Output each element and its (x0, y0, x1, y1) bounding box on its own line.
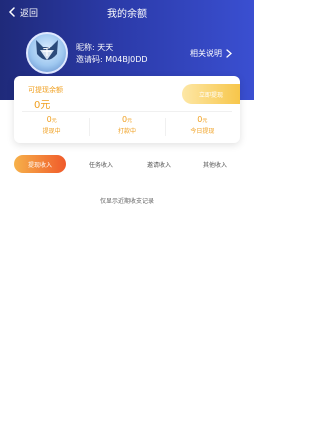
nickname-row: 昵称: 天天 (76, 42, 148, 54)
top-bar: 返回 我的余额 (0, 0, 254, 24)
fox-avatar-icon: 千 (36, 40, 58, 60)
tab-other-income[interactable]: 其他收入 (190, 155, 240, 173)
stat-label: 提现中 (42, 128, 61, 135)
page-title: 我的余额 (107, 9, 147, 20)
stat-paying: 0元 打款中 (89, 114, 164, 140)
stat-unit: 元 (51, 118, 57, 124)
invite-code-label: 邀请码: (76, 55, 103, 64)
nickname-label: 昵称: (76, 43, 95, 52)
help-link[interactable]: 相关说明 (190, 48, 232, 59)
stat-withdrawing: 0元 提现中 (14, 114, 89, 140)
tab-task-income[interactable]: 任务收入 (76, 155, 126, 173)
records-hint: 仅显示近期收支记录 (99, 198, 154, 205)
stat-unit: 元 (127, 118, 133, 124)
invite-code-value: M04BJ0DD (105, 55, 148, 64)
stat-value: 0元 (89, 114, 164, 127)
nickname-value: 天天 (97, 43, 114, 52)
stat-label: 打款中 (117, 128, 136, 135)
avatar[interactable]: 千 (26, 32, 68, 74)
balance-card: 可提现余额 0元 立即提现 0元 提现中 0元 打款中 0元 今日提现 (14, 76, 240, 143)
tab-invite-income[interactable]: 邀请收入 (134, 155, 184, 173)
income-tabs: 提现收入 任务收入 邀请收入 其他收入 (14, 155, 240, 175)
chevron-right-icon (226, 49, 232, 58)
available-balance-value: 0元 (34, 100, 51, 111)
svg-text:千: 千 (42, 46, 51, 58)
available-balance-label: 可提现余额 (28, 86, 63, 94)
balance-stats: 0元 提现中 0元 打款中 0元 今日提现 (14, 114, 240, 140)
user-info: 昵称: 天天 邀请码: M04BJ0DD (76, 42, 148, 66)
help-label: 相关说明 (190, 49, 222, 58)
stat-label: 今日提现 (190, 128, 215, 135)
tab-withdraw-income[interactable]: 提现收入 (14, 155, 66, 173)
stat-unit: 元 (202, 118, 208, 124)
stat-value: 0元 (14, 114, 89, 127)
stat-today-withdrawn: 0元 今日提现 (164, 114, 240, 140)
card-divider (22, 111, 232, 112)
invite-code-row: 邀请码: M04BJ0DD (76, 54, 148, 66)
stat-value: 0元 (165, 114, 240, 127)
withdraw-button[interactable]: 立即提现 (182, 84, 240, 104)
